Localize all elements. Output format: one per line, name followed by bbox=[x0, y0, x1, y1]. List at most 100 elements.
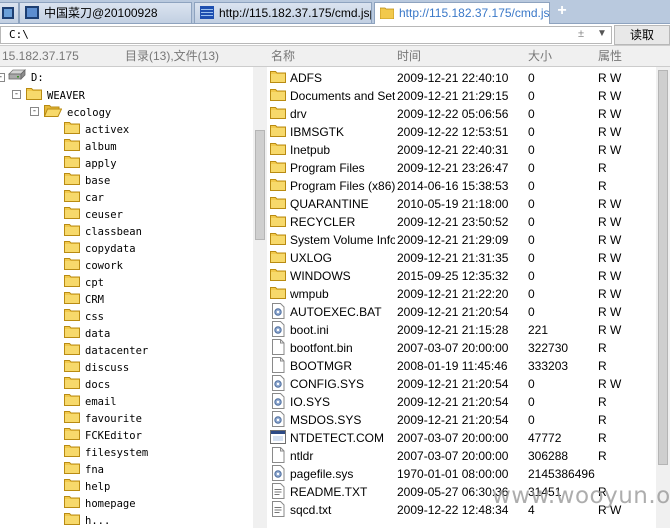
tab-caidao-home[interactable]: 中国菜刀@20100928 bbox=[19, 2, 192, 23]
tab-cmd-jsp-1[interactable]: http://115.182.37.175/cmd.jsp bbox=[194, 2, 372, 23]
file-row[interactable]: ntldr 2007-03-07 20:00:00 306288 R bbox=[267, 447, 656, 465]
tree-scrollbar-thumb[interactable] bbox=[255, 130, 265, 240]
col-name-header[interactable]: 名称 bbox=[271, 46, 295, 67]
tree-item-classbean[interactable]: classbean bbox=[64, 222, 142, 239]
file-name: ntldr bbox=[290, 449, 314, 463]
file-row[interactable]: Inetpub 2009-12-21 22:40:31 0 R W bbox=[267, 141, 656, 159]
tree-item-weaver[interactable]: WEAVER bbox=[26, 86, 85, 103]
file-name: QUARANTINE bbox=[290, 197, 369, 211]
tab-cmd-jsp-active[interactable]: http://115.182.37.175/cmd.jsp bbox=[374, 2, 550, 24]
tree-item-filesystem[interactable]: filesystem bbox=[64, 443, 148, 460]
file-attr: R bbox=[598, 431, 607, 445]
tree-item-help[interactable]: help bbox=[64, 477, 110, 494]
tree-item-data[interactable]: data bbox=[64, 324, 110, 341]
file-row[interactable]: MSDOS.SYS 2009-12-21 21:20:54 0 R bbox=[267, 411, 656, 429]
tree-item-label: WEAVER bbox=[47, 90, 85, 102]
file-row[interactable]: IBMSGTK 2009-12-22 12:53:51 0 R W bbox=[267, 123, 656, 141]
file-size: 221 bbox=[528, 323, 549, 337]
tree-item-cowork[interactable]: cowork bbox=[64, 256, 123, 273]
drive-icon bbox=[8, 69, 26, 87]
tree-item-email[interactable]: email bbox=[64, 392, 117, 409]
file-row[interactable]: RECYCLER 2009-12-21 23:50:52 0 R W bbox=[267, 213, 656, 231]
file-time: 2007-03-07 20:00:00 bbox=[397, 341, 509, 355]
col-size-header[interactable]: 大小 bbox=[528, 46, 552, 67]
file-row[interactable]: pagefile.sys 1970-01-01 08:00:00 214538649… bbox=[267, 465, 656, 483]
tree-item-css[interactable]: css bbox=[64, 307, 104, 324]
file-attr: R W bbox=[598, 143, 622, 157]
file-row[interactable]: drv 2009-12-22 05:06:56 0 R W bbox=[267, 105, 656, 123]
col-attr-header[interactable]: 属性 bbox=[598, 46, 622, 67]
tree-item-label: ecology bbox=[67, 107, 112, 119]
file-row[interactable]: IO.SYS 2009-12-21 21:20:54 0 R bbox=[267, 393, 656, 411]
read-button[interactable]: 读取 bbox=[614, 25, 670, 45]
tree-item-crm[interactable]: CRM bbox=[64, 290, 104, 307]
file-time: 2009-12-21 21:20:54 bbox=[397, 305, 509, 319]
tree-item-discuss[interactable]: discuss bbox=[64, 358, 129, 375]
file-row[interactable]: QUARANTINE 2010-05-19 21:18:00 0 R W bbox=[267, 195, 656, 213]
file-time: 2007-03-07 20:00:00 bbox=[397, 449, 509, 463]
tree-item-datacenter[interactable]: datacenter bbox=[64, 341, 148, 358]
file-row[interactable]: System Volume Info...2009-12-21 21:29:09… bbox=[267, 231, 656, 249]
file-time: 2009-12-21 23:26:47 bbox=[397, 161, 509, 175]
tree-item-label: activex bbox=[85, 124, 130, 136]
file-row[interactable]: bootfont.bin 2007-03-07 20:00:00 322730 R bbox=[267, 339, 656, 357]
tree-item-activex[interactable]: activex bbox=[64, 120, 129, 137]
file-size: 0 bbox=[528, 161, 535, 175]
col-time-header[interactable]: 时间 bbox=[397, 46, 421, 67]
file-row[interactable]: boot.ini 2009-12-21 21:15:28 221 R W bbox=[267, 321, 656, 339]
file-size: 0 bbox=[528, 179, 535, 193]
file-time: 2008-01-19 11:45:46 bbox=[397, 359, 508, 373]
tree-item-fna[interactable]: fna bbox=[64, 460, 104, 477]
folder-icon bbox=[270, 141, 286, 160]
tree-item-apply[interactable]: apply bbox=[64, 154, 117, 171]
file-name: Documents and Set... bbox=[290, 89, 395, 103]
plus-minus-icon[interactable]: ± bbox=[578, 28, 584, 40]
folder-icon bbox=[270, 159, 286, 178]
tree-item-copydata[interactable]: copydata bbox=[64, 239, 136, 256]
file-attr: R W bbox=[598, 107, 622, 121]
folder-icon bbox=[270, 249, 286, 268]
tree-item-cpt[interactable]: cpt bbox=[64, 273, 104, 290]
tree-item-base[interactable]: base bbox=[64, 171, 110, 188]
tree-item-ecology[interactable]: ecology bbox=[43, 103, 112, 120]
tab-partial[interactable] bbox=[0, 2, 19, 23]
file-row[interactable]: WINDOWS 2015-09-25 12:35:32 0 R W bbox=[267, 267, 656, 285]
file-attr: R W bbox=[598, 377, 622, 391]
file-row[interactable]: AUTOEXEC.BAT 2009-12-21 21:20:54 0 R W bbox=[267, 303, 656, 321]
tree-item-album[interactable]: album bbox=[64, 137, 117, 154]
tree-item-homepage[interactable]: homepage bbox=[64, 494, 136, 511]
tree-item-car[interactable]: car bbox=[64, 188, 104, 205]
file-row[interactable]: NTDETECT.COM 2007-03-07 20:00:00 47772 R bbox=[267, 429, 656, 447]
chevron-down-icon[interactable]: ▼ bbox=[597, 28, 607, 39]
tree-item-ceuser[interactable]: ceuser bbox=[64, 205, 123, 222]
file-row[interactable]: Documents and Set... 2009-12-21 21:29:15 0… bbox=[267, 87, 656, 105]
file-row[interactable]: Program Files 2009-12-21 23:26:47 0 R bbox=[267, 159, 656, 177]
file-row[interactable]: ADFS 2009-12-21 22:40:10 0 R W bbox=[267, 69, 656, 87]
file-row[interactable]: CONFIG.SYS 2009-12-21 21:20:54 0 R W bbox=[267, 375, 656, 393]
tree-item-favourite[interactable]: favourite bbox=[64, 409, 142, 426]
new-tab-button[interactable]: + bbox=[553, 3, 571, 21]
tree-toggle-icon[interactable]: - bbox=[30, 107, 39, 116]
file-size: 0 bbox=[528, 377, 535, 391]
tree-item-label: css bbox=[85, 311, 104, 323]
tree-item-d-[interactable]: D: bbox=[8, 69, 44, 86]
file-size: 0 bbox=[528, 287, 535, 301]
file-attr: R W bbox=[598, 287, 622, 301]
path-input[interactable]: C:\ bbox=[0, 26, 612, 44]
file-row[interactable]: wmpub 2009-12-21 21:22:20 0 R W bbox=[267, 285, 656, 303]
tree-item-docs[interactable]: docs bbox=[64, 375, 110, 392]
file-size: 0 bbox=[528, 89, 535, 103]
file-name: AUTOEXEC.BAT bbox=[290, 305, 382, 319]
file-list-scrollbar-thumb[interactable] bbox=[658, 70, 668, 465]
tree-toggle-icon[interactable]: - bbox=[0, 73, 5, 82]
tree-toggle-icon[interactable]: - bbox=[12, 90, 21, 99]
file-row[interactable]: Program Files (x86) 2014-06-16 15:38:53 0 R bbox=[267, 177, 656, 195]
tree-item-fckeditor[interactable]: FCKEditor bbox=[64, 426, 142, 443]
tree-item-label: data bbox=[85, 328, 111, 340]
file-name: IO.SYS bbox=[290, 395, 331, 409]
file-row[interactable]: BOOTMGR 2008-01-19 11:45:46 333203 R bbox=[267, 357, 656, 375]
file-size: 0 bbox=[528, 125, 535, 139]
tree-item-h-[interactable]: h... bbox=[64, 511, 110, 528]
file-row[interactable]: UXLOG 2009-12-21 21:31:35 0 R W bbox=[267, 249, 656, 267]
tab-label: http://115.182.37.175/cmd.jsp bbox=[219, 6, 372, 20]
